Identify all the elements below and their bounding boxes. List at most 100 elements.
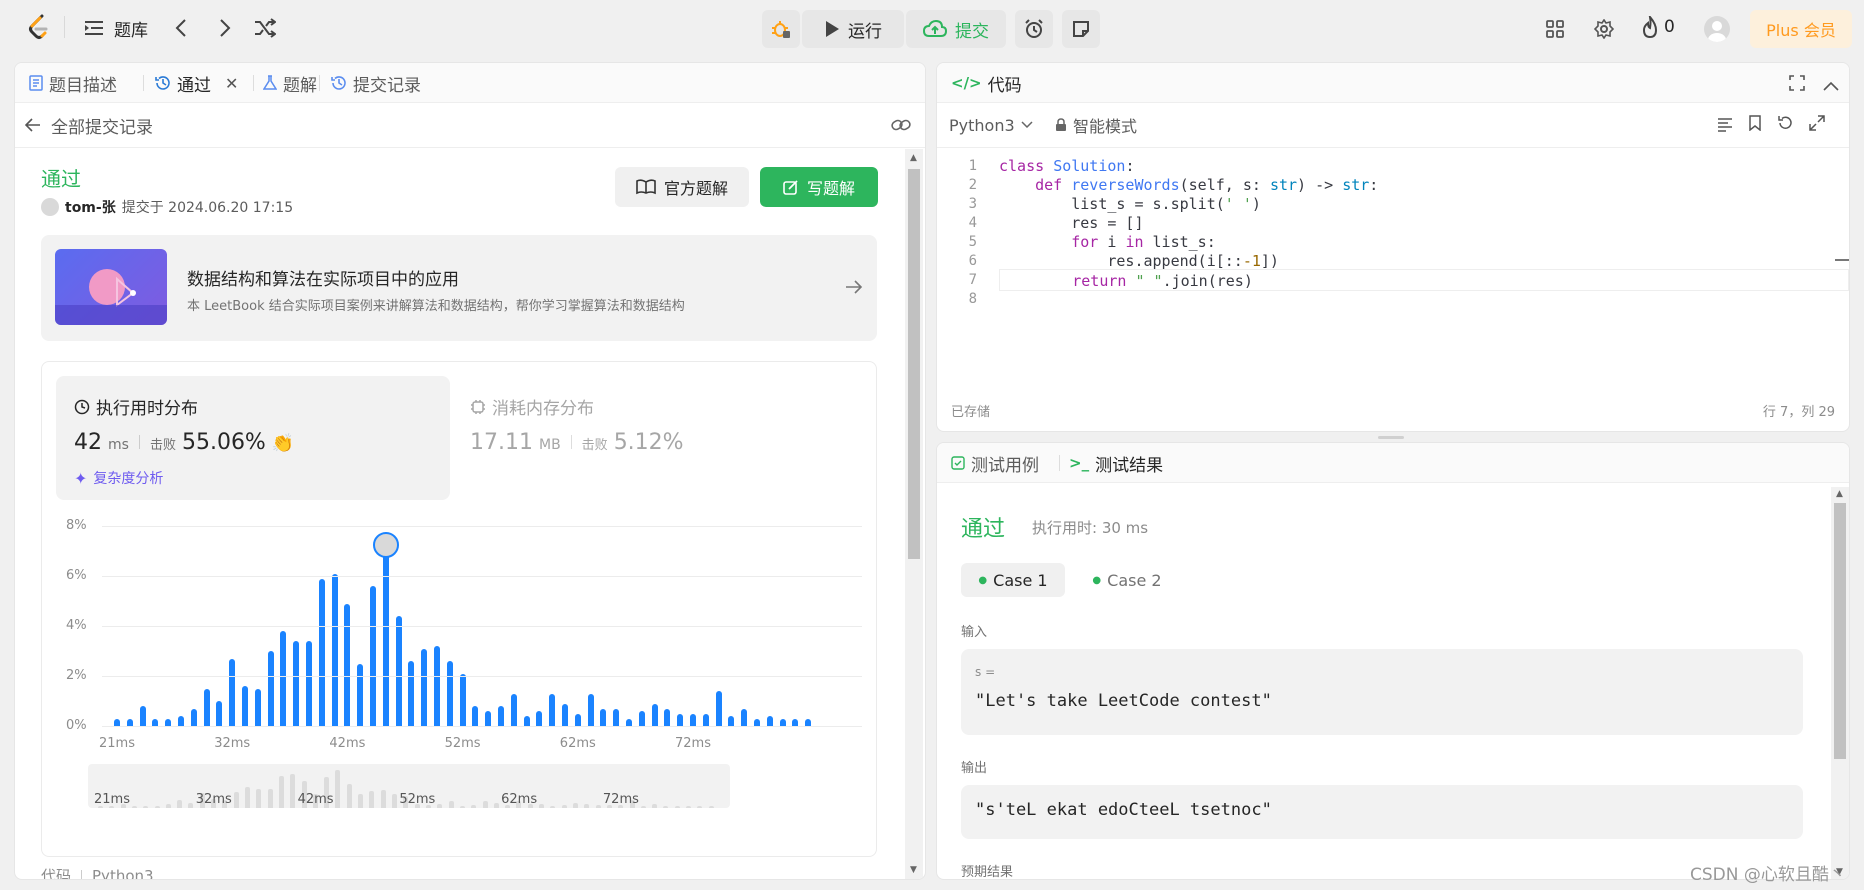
chart-bar[interactable] [434, 646, 440, 726]
code-line[interactable]: return " ".join(res) [999, 269, 1849, 291]
chart-bar[interactable] [728, 716, 735, 726]
fullscreen-icon[interactable] [1789, 75, 1805, 95]
chart-bar[interactable] [536, 711, 543, 726]
reset-icon[interactable] [1777, 115, 1793, 135]
editor-tab[interactable]: </> 代码 [951, 63, 1022, 103]
user-avatar[interactable] [41, 198, 59, 216]
chart-bar[interactable] [638, 711, 645, 726]
settings-gear-icon[interactable] [1593, 18, 1615, 43]
tab-submissions[interactable]: 提交记录 [331, 63, 421, 103]
notes-button[interactable] [1062, 10, 1100, 48]
output-box[interactable]: "s'teL ekat edoCteeL tsetnoc" [961, 785, 1803, 839]
tab-description[interactable]: 题目描述 [29, 63, 117, 103]
chart-bar[interactable] [229, 658, 236, 726]
chart-bar[interactable] [331, 573, 338, 726]
chart-bar[interactable] [600, 708, 607, 726]
plus-membership-button[interactable]: Plus 会员 [1750, 10, 1852, 48]
chart-bar[interactable] [549, 693, 556, 726]
tab-solutions[interactable]: 题解 [263, 63, 317, 103]
chart-bar[interactable] [741, 708, 748, 726]
bookmark-icon[interactable] [1749, 115, 1761, 135]
chart-bar[interactable] [306, 641, 312, 726]
chart-bar[interactable] [664, 708, 671, 726]
code-editor[interactable]: 1 class Solution: 2 def reverseWords(self,… [937, 155, 1849, 331]
tab-testcases[interactable]: 测试用例 [951, 443, 1039, 483]
problem-list-button[interactable]: 题库 [84, 14, 148, 42]
chart-bar[interactable] [587, 693, 594, 726]
format-icon[interactable] [1717, 117, 1733, 136]
chart-bar[interactable] [178, 716, 184, 726]
left-scrollbar[interactable]: ▲ ▼ [905, 149, 923, 879]
chart-bar[interactable] [203, 688, 210, 726]
debug-button[interactable] [762, 10, 800, 48]
language-selector[interactable]: Python3 [949, 109, 1033, 141]
close-tab-icon[interactable]: ✕ [225, 74, 238, 93]
chart-bar[interactable] [523, 716, 530, 726]
chart-bar[interactable] [472, 706, 479, 726]
official-solution-button[interactable]: 官方题解 [615, 167, 749, 207]
chart-bar[interactable] [613, 708, 620, 726]
chart-bar[interactable] [690, 713, 696, 726]
chart-bar[interactable] [318, 578, 325, 726]
tab-test-result[interactable]: >_ 测试结果 [1069, 443, 1163, 483]
runtime-card[interactable]: 执行用时分布 42 ms 击败 55.06% 👏 ✦ 复杂度分析 [56, 376, 450, 500]
memory-card[interactable]: 消耗内存分布 17.11 MB 击败 5.12% [462, 376, 856, 500]
chart-range-selector[interactable]: 21ms 32ms 42ms 52ms 62ms 72ms [88, 764, 730, 808]
prev-problem-icon[interactable] [174, 17, 188, 43]
chart-bar[interactable] [357, 663, 364, 726]
case-2-tab[interactable]: ● Case 2 [1075, 563, 1179, 597]
chart-bar[interactable] [139, 706, 146, 726]
chart-bar[interactable] [498, 706, 504, 726]
smart-mode-toggle[interactable]: 智能模式 [1055, 109, 1137, 141]
input-box[interactable]: s = "Let's take LeetCode contest" [961, 649, 1803, 735]
complexity-analysis-link[interactable]: ✦ 复杂度分析 [74, 468, 163, 488]
chart-bar[interactable] [216, 701, 223, 726]
chart-bar[interactable] [574, 713, 581, 726]
submit-button[interactable]: 提交 [906, 10, 1006, 48]
leetcode-logo[interactable] [28, 14, 50, 40]
test-scrollbar-thumb[interactable] [1834, 503, 1846, 759]
chart-bar[interactable] [190, 708, 197, 726]
chart-bar[interactable] [370, 586, 376, 726]
chart-bar[interactable] [152, 718, 159, 726]
chart-bar[interactable] [126, 718, 133, 726]
leetbook-card[interactable]: 数据结构和算法在实际项目中的应用 本 LeetBook 结合实际项目案例来讲解算… [41, 235, 877, 341]
chart-bar[interactable] [677, 713, 684, 726]
chart-bar[interactable] [754, 718, 760, 726]
chart-bar[interactable] [779, 718, 786, 726]
chart-bar[interactable] [766, 716, 773, 726]
avatar[interactable] [1704, 16, 1730, 42]
next-problem-icon[interactable] [218, 17, 232, 43]
username[interactable]: tom-张 [65, 197, 116, 217]
chart-bar[interactable] [293, 641, 300, 726]
chart-bar[interactable] [395, 616, 402, 726]
test-scrollbar[interactable]: ▲ ▼ [1831, 487, 1849, 879]
layout-icon[interactable] [1546, 20, 1564, 42]
share-link-icon[interactable] [891, 117, 911, 137]
chart-bar[interactable] [792, 718, 799, 726]
chart-bar[interactable] [459, 673, 466, 726]
chart-bar[interactable] [702, 713, 709, 726]
chart-bar[interactable] [651, 703, 658, 726]
left-scrollbar-thumb[interactable] [908, 169, 920, 559]
chart-bar[interactable] [267, 651, 274, 726]
chart-bar[interactable] [114, 718, 120, 726]
shuffle-icon[interactable] [254, 18, 277, 42]
chart-bar[interactable] [485, 711, 492, 726]
case-1-tab[interactable]: ● Case 1 [961, 563, 1065, 597]
run-button[interactable]: 运行 [802, 10, 904, 48]
chart-bar[interactable] [280, 631, 287, 726]
chart-bar[interactable] [382, 553, 389, 726]
runtime-distribution-chart[interactable]: 8% 6% 4% 2% 0% 21ms 32ms 42ms 52ms 62ms 72ms [66, 518, 862, 760]
write-solution-button[interactable]: 写题解 [760, 167, 878, 207]
back-to-submissions[interactable]: 全部提交记录 [25, 109, 153, 141]
current-submission-marker[interactable] [372, 531, 399, 558]
chart-bar[interactable] [344, 603, 351, 726]
chart-bar[interactable] [446, 661, 453, 726]
expand-icon[interactable] [1809, 115, 1825, 135]
chart-bar[interactable] [510, 693, 517, 726]
chart-bar[interactable] [408, 661, 415, 726]
chart-bar[interactable] [242, 686, 248, 726]
collapse-icon[interactable] [1823, 77, 1839, 96]
tab-accepted[interactable]: 通过 ✕ [155, 63, 238, 103]
